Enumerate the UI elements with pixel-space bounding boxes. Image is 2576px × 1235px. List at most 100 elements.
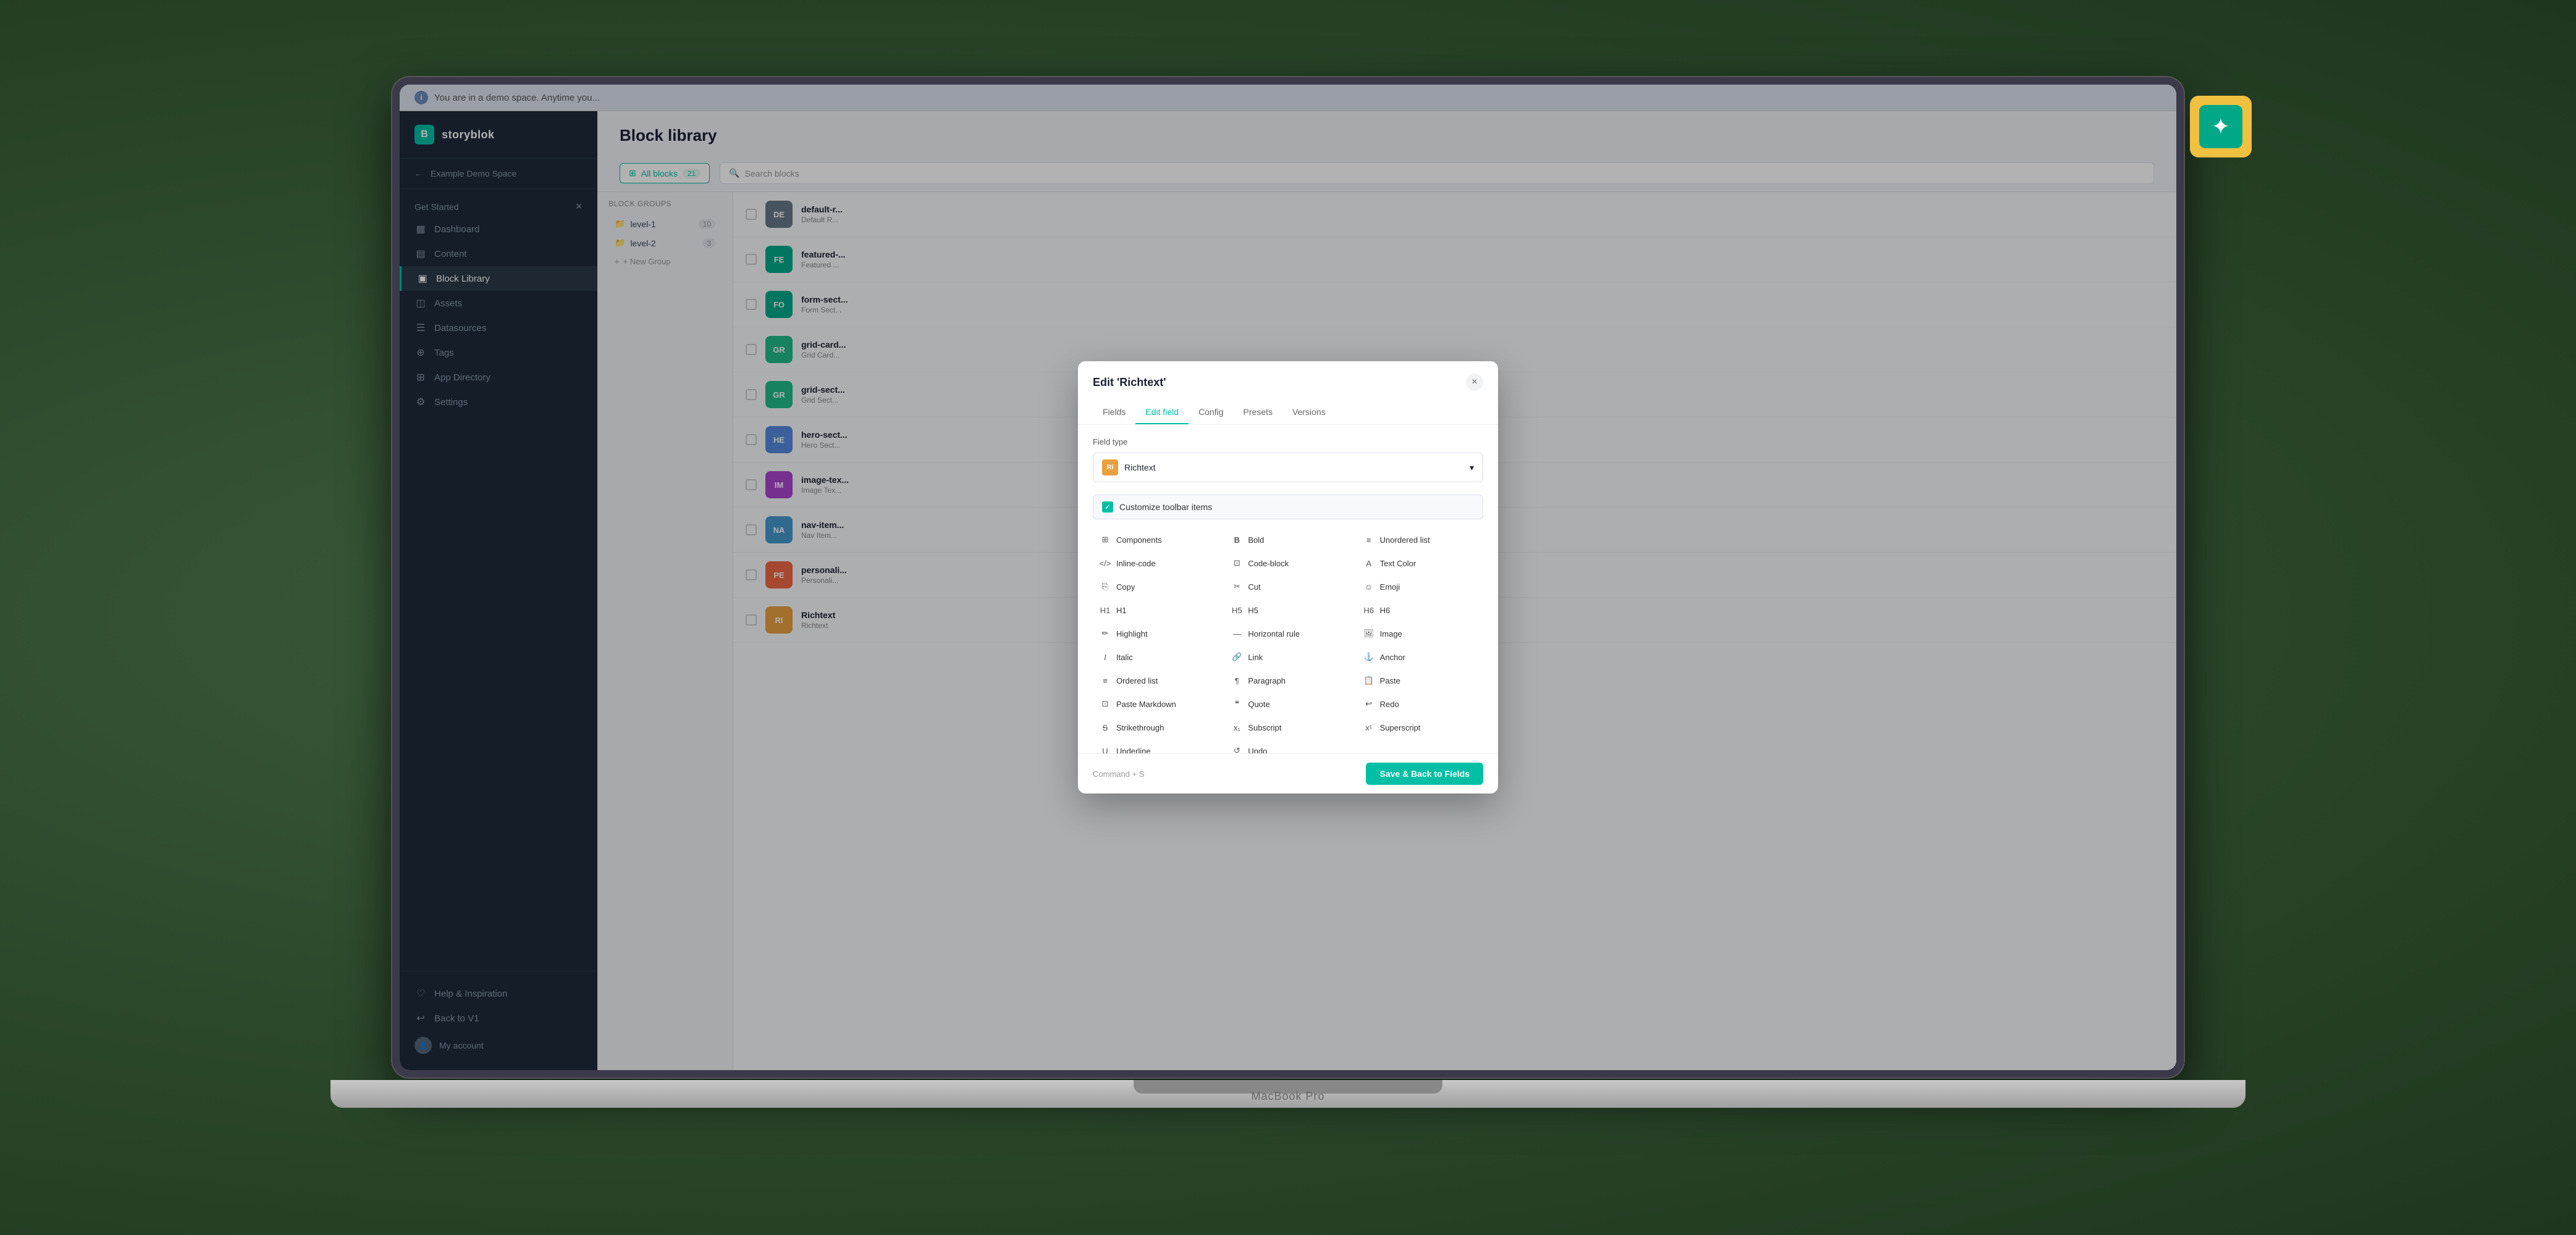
tab-fields[interactable]: Fields	[1093, 401, 1135, 424]
inline-code-icon: </>	[1099, 557, 1111, 569]
toolbar-item-label: Image	[1380, 629, 1402, 638]
toolbar-item-label: Copy	[1116, 582, 1135, 592]
toolbar-item-underline[interactable]: U Underline	[1093, 740, 1219, 753]
toolbar-item-label: H6	[1380, 606, 1391, 615]
paste-icon: 📋	[1363, 674, 1375, 687]
toolbar-item-label: Text Color	[1380, 559, 1416, 568]
tab-versions[interactable]: Versions	[1282, 401, 1336, 424]
shortcut-hint: Command + S	[1093, 769, 1144, 779]
toolbar-item-label: Paragraph	[1248, 676, 1286, 685]
toolbar-item-subscript[interactable]: x₁ Subscript	[1224, 717, 1351, 738]
bold-icon: B	[1231, 534, 1243, 546]
edit-richtext-dialog: Edit 'Richtext' × Fields Edit field Conf…	[1078, 361, 1498, 793]
toolbar-item-label: Emoji	[1380, 582, 1400, 592]
field-type-label: Field type	[1093, 437, 1483, 446]
toolbar-item-redo[interactable]: ↩ Redo	[1357, 693, 1483, 714]
toolbar-item-undo[interactable]: ↺ Undo	[1224, 740, 1351, 753]
toolbar-item-label: Cut	[1248, 582, 1260, 592]
toolbar-item-components[interactable]: ⊞ Components	[1093, 529, 1219, 550]
italic-icon: I	[1099, 651, 1111, 663]
macbook-label: MacBook Pro	[1251, 1090, 1324, 1103]
toolbar-item-label: Unordered list	[1380, 535, 1430, 545]
toolbar-item-link[interactable]: 🔗 Link	[1224, 647, 1351, 668]
dialog-body: Field type Ri Richtext ▾ ✓ Customize too…	[1078, 425, 1498, 753]
toolbar-item-bold[interactable]: B Bold	[1224, 529, 1351, 550]
underline-icon: U	[1099, 745, 1111, 753]
h1-icon: H1	[1099, 604, 1111, 616]
macbook-screen: i You are in a demo space. Anytime you..…	[392, 77, 2184, 1078]
toolbar-item-text-color[interactable]: A Text Color	[1357, 553, 1483, 574]
dialog-overlay: Edit 'Richtext' × Fields Edit field Conf…	[400, 85, 2176, 1070]
toolbar-item-label: Components	[1116, 535, 1162, 545]
redo-icon: ↩	[1363, 698, 1375, 710]
copy-icon: ⎘	[1099, 580, 1111, 593]
toolbar-item-unordered-list[interactable]: ≡ Unordered list	[1357, 529, 1483, 550]
badge-icon: ✦	[2199, 105, 2242, 148]
tab-presets[interactable]: Presets	[1234, 401, 1282, 424]
toolbar-item-paste-markdown[interactable]: ⊡ Paste Markdown	[1093, 693, 1219, 714]
unordered-list-icon: ≡	[1363, 534, 1375, 546]
text-color-icon: A	[1363, 557, 1375, 569]
superscript-icon: x¹	[1363, 721, 1375, 734]
anchor-icon: ⚓	[1363, 651, 1375, 663]
customize-toolbar-label: Customize toolbar items	[1119, 502, 1212, 512]
toolbar-item-horizontal-rule[interactable]: — Horizontal rule	[1224, 623, 1351, 644]
toolbar-item-strikethrough[interactable]: S Strikethrough	[1093, 717, 1219, 738]
link-icon: 🔗	[1231, 651, 1243, 663]
toolbar-item-label: Subscript	[1248, 723, 1281, 732]
tab-edit-field[interactable]: Edit field	[1135, 401, 1189, 424]
toolbar-item-copy[interactable]: ⎘ Copy	[1093, 576, 1219, 597]
dialog-header: Edit 'Richtext' ×	[1078, 361, 1498, 391]
components-icon: ⊞	[1099, 534, 1111, 546]
toolbar-item-image[interactable]: 🖼 Image	[1357, 623, 1483, 644]
customize-toolbar-checkbox[interactable]: ✓	[1102, 501, 1113, 513]
toolbar-item-cut[interactable]: ✂ Cut	[1224, 576, 1351, 597]
toolbar-item-superscript[interactable]: x¹ Superscript	[1357, 717, 1483, 738]
save-back-to-fields-button[interactable]: Save & Back to Fields	[1366, 763, 1483, 785]
toolbar-item-inline-code[interactable]: </> Inline-code	[1093, 553, 1219, 574]
toolbar-item-label: Underline	[1116, 747, 1151, 754]
toolbar-item-label: Quote	[1248, 700, 1269, 709]
dialog-close-button[interactable]: ×	[1466, 374, 1483, 391]
ordered-list-icon: ≡	[1099, 674, 1111, 687]
code-block-icon: ⊡	[1231, 557, 1243, 569]
field-type-value: Richtext	[1124, 463, 1156, 472]
toolbar-item-h6[interactable]: H6 H6	[1357, 600, 1483, 621]
toolbar-item-label: Paste Markdown	[1116, 700, 1176, 709]
toolbar-item-label: Link	[1248, 653, 1263, 662]
dialog-tabs: Fields Edit field Config Presets Version…	[1078, 401, 1498, 425]
toolbar-item-paste[interactable]: 📋 Paste	[1357, 670, 1483, 691]
toolbar-item-h1[interactable]: H1 H1	[1093, 600, 1219, 621]
toolbar-item-label: Horizontal rule	[1248, 629, 1300, 638]
highlight-icon: ✏	[1099, 627, 1111, 640]
toolbar-item-highlight[interactable]: ✏ Highlight	[1093, 623, 1219, 644]
toolbar-item-label: Inline-code	[1116, 559, 1156, 568]
richtext-type-icon: Ri	[1102, 459, 1118, 475]
toolbar-item-quote[interactable]: ❝ Quote	[1224, 693, 1351, 714]
macbook-base: MacBook Pro	[330, 1080, 2246, 1108]
toolbar-item-anchor[interactable]: ⚓ Anchor	[1357, 647, 1483, 668]
toolbar-item-code-block[interactable]: ⊡ Code-block	[1224, 553, 1351, 574]
macbook-frame: ✦ i You are in a demo space. Anytime you…	[300, 77, 2276, 1158]
toolbar-item-label: Undo	[1248, 747, 1267, 754]
dialog-footer: Command + S Save & Back to Fields	[1078, 753, 1498, 793]
customize-toolbar-row[interactable]: ✓ Customize toolbar items	[1093, 495, 1483, 519]
toolbar-item-label: Anchor	[1380, 653, 1405, 662]
field-type-select[interactable]: Ri Richtext ▾	[1093, 453, 1483, 482]
toolbar-item-label: H1	[1116, 606, 1127, 615]
toolbar-item-label: Highlight	[1116, 629, 1148, 638]
strikethrough-icon: S	[1099, 721, 1111, 734]
toolbar-item-emoji[interactable]: ☺ Emoji	[1357, 576, 1483, 597]
toolbar-item-label: Redo	[1380, 700, 1399, 709]
horizontal-rule-icon: —	[1231, 627, 1243, 640]
toolbar-item-paragraph[interactable]: ¶ Paragraph	[1224, 670, 1351, 691]
subscript-icon: x₁	[1231, 721, 1243, 734]
toolbar-item-h5[interactable]: H5 H5	[1224, 600, 1351, 621]
toolbar-item-italic[interactable]: I Italic	[1093, 647, 1219, 668]
toolbar-item-label: Code-block	[1248, 559, 1289, 568]
toolbar-item-ordered-list[interactable]: ≡ Ordered list	[1093, 670, 1219, 691]
paragraph-icon: ¶	[1231, 674, 1243, 687]
tab-config[interactable]: Config	[1189, 401, 1233, 424]
cut-icon: ✂	[1231, 580, 1243, 593]
h6-icon: H6	[1363, 604, 1375, 616]
